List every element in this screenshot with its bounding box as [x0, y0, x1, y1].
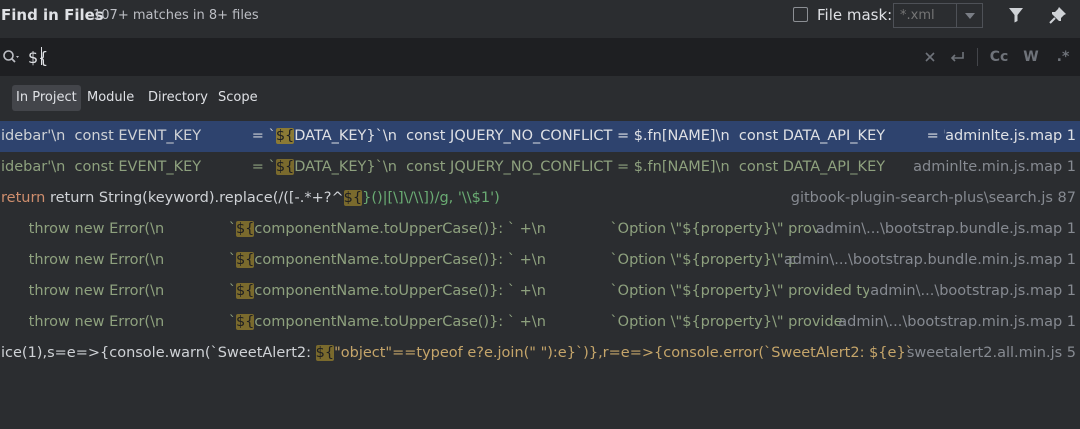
filter-icon[interactable]: [1006, 5, 1026, 25]
search-icon[interactable]: [2, 49, 22, 65]
result-code: idebar'\n const EVENT_KEY = `${DATA_KEY}…: [1, 128, 945, 144]
result-code: idebar'\n const EVENT_KEY = `${DATA_KEY}…: [1, 159, 913, 175]
pin-icon[interactable]: [1048, 5, 1068, 25]
match-case-button[interactable]: Cc: [988, 47, 1010, 67]
dialog-title: Find in Files: [1, 6, 104, 24]
result-file: admin\...\bootstrap.bundle.min.js.map 1: [783, 252, 1076, 268]
close-icon[interactable]: [922, 47, 938, 67]
tab-scope[interactable]: Scope: [214, 85, 262, 111]
match-count: 107+ matches in 8+ files: [93, 8, 259, 23]
result-row[interactable]: throw new Error(\n `${componentName.toUp…: [0, 214, 1080, 245]
text-caret: [41, 47, 42, 65]
tab-directory[interactable]: Directory: [144, 85, 212, 111]
result-file: adminlte.min.js.map 1: [913, 159, 1076, 175]
match-highlight: ${: [235, 283, 255, 299]
result-row[interactable]: idebar'\n const EVENT_KEY = `${DATA_KEY}…: [0, 121, 1080, 152]
result-file: admin\...\bootstrap.js.map 1: [870, 283, 1076, 299]
result-code: ice(1),s=e=>{console.warn(`SweetAlert2: …: [1, 345, 911, 361]
result-file: admin\...\bootstrap.min.js.map 1: [838, 314, 1076, 330]
find-in-files-window: Find in Files 107+ matches in 8+ files F…: [0, 0, 1080, 429]
result-row[interactable]: return return String(keyword).replace(/(…: [0, 183, 1080, 214]
match-highlight: ${: [343, 190, 363, 206]
newline-icon[interactable]: [948, 47, 966, 67]
match-highlight: ${: [235, 314, 255, 330]
match-highlight: ${: [275, 128, 295, 144]
file-mask-combo[interactable]: [893, 3, 983, 28]
match-highlight: ${: [315, 345, 335, 361]
file-mask-label: File mask:: [817, 6, 893, 24]
result-row[interactable]: ice(1),s=e=>{console.warn(`SweetAlert2: …: [0, 338, 1080, 369]
regex-button[interactable]: .*: [1052, 47, 1074, 67]
result-code: throw new Error(\n `${componentName.toUp…: [1, 283, 869, 299]
header-bar: Find in Files 107+ matches in 8+ files F…: [0, 0, 1080, 34]
result-row[interactable]: idebar'\n const EVENT_KEY = `${DATA_KEY}…: [0, 152, 1080, 183]
scope-tabs: In Project Module Directory Scope: [0, 80, 1080, 118]
tab-module[interactable]: Module: [83, 85, 138, 111]
result-row[interactable]: throw new Error(\n `${componentName.toUp…: [0, 245, 1080, 276]
result-code: throw new Error(\n `${componentName.toUp…: [1, 221, 817, 237]
result-row[interactable]: throw new Error(\n `${componentName.toUp…: [0, 276, 1080, 307]
file-mask-checkbox[interactable]: [793, 7, 808, 22]
result-file: gitbook-plugin-search-plus\search.js 87: [790, 190, 1076, 206]
result-file: sweetalert2.all.min.js 5: [906, 345, 1076, 361]
tab-in-project[interactable]: In Project: [12, 85, 81, 111]
result-code: throw new Error(\n `${componentName.toUp…: [1, 314, 844, 330]
match-highlight: ${: [275, 159, 295, 175]
result-code: return return String(keyword).replace(/(…: [1, 190, 500, 206]
match-highlight: ${: [235, 252, 255, 268]
result-code: throw new Error(\n `${componentName.toUp…: [1, 252, 795, 268]
match-highlight: ${: [235, 221, 255, 237]
search-input[interactable]: [28, 46, 728, 68]
result-file: adminlte.js.map 1: [945, 121, 1076, 152]
result-row[interactable]: throw new Error(\n `${componentName.toUp…: [0, 307, 1080, 338]
whole-words-button[interactable]: W: [1021, 47, 1041, 67]
search-bar: Cc W .*: [0, 38, 1080, 76]
chevron-down-icon[interactable]: [965, 13, 975, 19]
search-options-divider: [977, 48, 978, 66]
file-mask-input[interactable]: [894, 4, 956, 27]
file-mask-separator: [956, 4, 957, 27]
result-file: admin\...\bootstrap.bundle.js.map 1: [815, 221, 1076, 237]
